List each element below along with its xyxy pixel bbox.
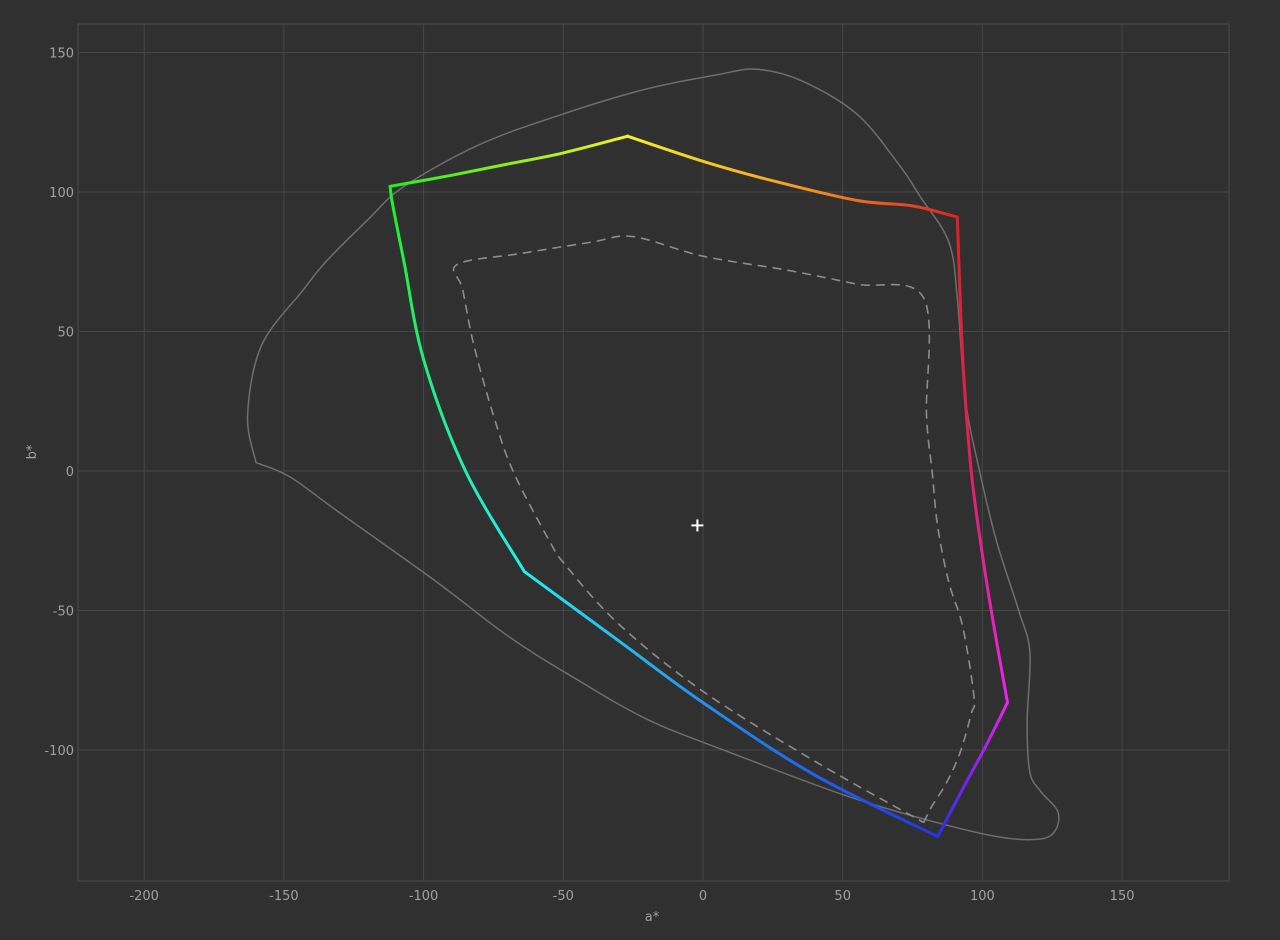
y-tick-label: 0 xyxy=(66,465,74,480)
y-tick-label: 100 xyxy=(49,186,74,201)
x-tick-label: -100 xyxy=(409,889,439,904)
plot-frame xyxy=(77,23,1230,882)
gamut-edge xyxy=(522,569,940,838)
x-tick-label: 100 xyxy=(970,889,995,904)
x-tick-label: -150 xyxy=(269,889,299,904)
x-tick-label: -200 xyxy=(129,889,159,904)
x-tick-label: 150 xyxy=(1110,889,1135,904)
x-tick-label: 50 xyxy=(834,889,851,904)
y-tick-label: -100 xyxy=(44,744,74,759)
white-point-plus-icon xyxy=(691,519,704,532)
grid-lines xyxy=(78,24,1229,881)
gamut-edge xyxy=(936,701,1009,838)
x-axis-title: a* xyxy=(645,910,660,925)
y-tick-label: 50 xyxy=(57,326,74,341)
visible-spectrum-outline xyxy=(246,68,1060,841)
white-point-layer xyxy=(691,519,704,532)
x-tick-label: -50 xyxy=(553,889,574,904)
y-tick-label: 150 xyxy=(49,47,74,62)
x-tick-label: 0 xyxy=(699,889,707,904)
gamut-edge xyxy=(388,184,526,573)
gamut-outline-colored xyxy=(388,134,1009,838)
gamut-series xyxy=(246,68,1060,841)
gamut-edge xyxy=(388,134,630,188)
y-axis-title: b* xyxy=(25,444,40,459)
gamut-chart: -200 -150 -100 -50 0 50 100 150 150 100 50 0 -50 -100… xyxy=(25,23,1230,925)
y-tick-label: -50 xyxy=(53,605,74,620)
reference-gamut-dashed xyxy=(452,235,976,824)
